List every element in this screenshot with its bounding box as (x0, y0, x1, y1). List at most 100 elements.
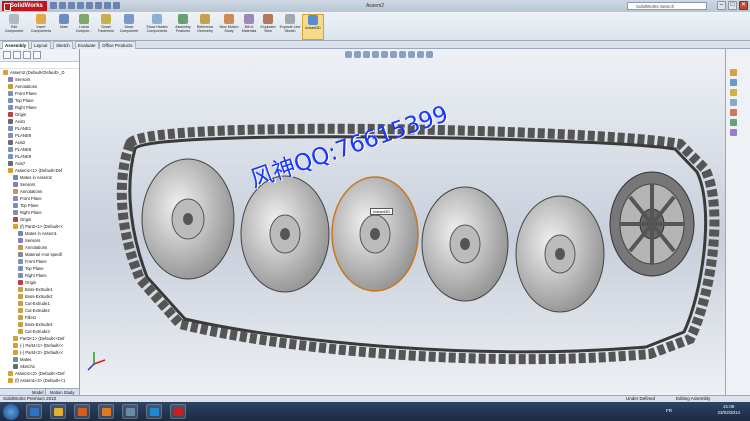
config-tab-icon[interactable] (23, 51, 31, 59)
tree-item[interactable]: Cut-Extrude3 (18, 328, 80, 335)
ribbon-button-linear-compon[interactable]: Linear Compon... (73, 14, 95, 40)
tree-item[interactable]: Axis1 (8, 118, 80, 125)
start-button[interactable] (3, 404, 19, 420)
tab-sketch[interactable]: Sketch (53, 41, 73, 49)
tree-item[interactable]: Assem1<2> (Default<<Def (8, 370, 80, 377)
tab-assembly[interactable]: Assembly (2, 41, 30, 49)
drive-sprocket[interactable] (609, 171, 695, 277)
tree-item[interactable]: Part3<1> (Default<<Def (13, 335, 80, 342)
ribbon-button-exploded-view[interactable]: Exploded View (257, 14, 279, 40)
tree-item[interactable]: Assem1<1> (Default<Def (8, 167, 80, 174)
tree-item[interactable]: Sensors (18, 237, 80, 244)
ribbon-button-move-component[interactable]: Move Component (118, 14, 140, 40)
tree-item[interactable]: Origin (18, 279, 80, 286)
ribbon-button-insert-components[interactable]: Insert Components (30, 14, 52, 40)
tree-item[interactable]: Front Plane (18, 258, 80, 265)
tree-item[interactable]: (-) Part4<1> (Default<< (13, 342, 80, 349)
tree-item[interactable]: Right Plane (13, 209, 80, 216)
road-wheel-3-selected[interactable] (331, 176, 419, 292)
tree-item[interactable]: Boss-Extrude3 (18, 321, 80, 328)
tree-item[interactable]: Annotations (13, 188, 80, 195)
taskbar-app-3[interactable] (74, 404, 90, 419)
tree-item[interactable]: Material <not specifi (18, 251, 80, 258)
ribbon-button-explode-line-sketch[interactable]: Explode Line Sketch (279, 14, 301, 40)
tree-item[interactable]: Cut-Extrude2 (18, 307, 80, 314)
tree-item[interactable]: Mates (13, 356, 80, 363)
design-library-icon[interactable] (730, 79, 737, 86)
ribbon-button-assembly-features[interactable]: Assembly Features (172, 14, 194, 40)
minimize-button[interactable]: – (717, 1, 726, 10)
road-wheel-4[interactable] (421, 186, 509, 302)
property-tab-icon[interactable] (13, 51, 21, 59)
tree-item[interactable]: PLANE9 (8, 153, 80, 160)
language-indicator[interactable]: FR (666, 408, 672, 413)
search-input[interactable]: SolidWorks Search (627, 2, 707, 10)
tree-item[interactable]: Annotations (18, 244, 80, 251)
taskbar-app-7[interactable] (170, 404, 186, 419)
display-style-icon[interactable] (390, 51, 397, 58)
ribbon-button-edit-component[interactable]: Edit Component (3, 14, 25, 40)
view-palette-icon[interactable] (730, 109, 737, 116)
road-wheel-5[interactable] (515, 195, 605, 313)
tree-item[interactable]: Top Plane (8, 97, 80, 104)
appearances-icon[interactable] (730, 119, 737, 126)
tree-item[interactable]: Mates in Assem2 (13, 174, 80, 181)
ribbon-button-show-hidden-components[interactable]: Show Hidden Components (146, 14, 168, 40)
tree-item[interactable]: Fillet1 (18, 314, 80, 321)
apply-scene-icon[interactable] (417, 51, 424, 58)
zoom-fit-icon[interactable] (345, 51, 352, 58)
tab-evaluate[interactable]: Evaluate (75, 41, 99, 49)
tree-item[interactable]: Origin (13, 216, 80, 223)
custom-properties-icon[interactable] (730, 129, 737, 136)
tree-item[interactable]: Front Plane (13, 195, 80, 202)
tree-item[interactable]: (-) Part4<2> (Default<< (13, 349, 80, 356)
taskbar-app-5[interactable] (122, 404, 138, 419)
close-button[interactable]: ✕ (739, 1, 748, 10)
zoom-area-icon[interactable] (354, 51, 361, 58)
graphics-viewport[interactable]: Instant3D 风神QQ:76615399 (80, 49, 725, 395)
ribbon-button-new-motion-study[interactable]: New Motion Study (218, 14, 240, 40)
taskbar-app-6[interactable] (146, 404, 162, 419)
tree-item[interactable]: Sensors (13, 181, 80, 188)
tree-item[interactable]: Cut-Extrude1 (18, 300, 80, 307)
system-clock[interactable]: 21:09 23/02/2014 (717, 404, 740, 416)
view-orientation-icon[interactable] (381, 51, 388, 58)
tree-item[interactable]: Boss-Extrude2 (18, 293, 80, 300)
tree-item[interactable]: Sensors (8, 76, 80, 83)
tree-item[interactable]: Sketch1 (13, 363, 80, 370)
tree-item[interactable]: Mates in Assem1 (18, 230, 80, 237)
ribbon-button-instant3d[interactable]: Instant3D (302, 14, 324, 40)
ribbon-button-smart-fasteners[interactable]: Smart Fasteners (95, 14, 117, 40)
tree-item[interactable]: Axis2 (8, 139, 80, 146)
road-wheel-2[interactable] (240, 175, 330, 293)
taskbar-app-2[interactable] (50, 404, 66, 419)
tab-office-products[interactable]: Office Products (99, 41, 136, 49)
tree-item[interactable]: Top Plane (18, 265, 80, 272)
tree-item[interactable]: Right Plane (18, 272, 80, 279)
road-wheel-1[interactable] (141, 158, 235, 280)
taskbar-app-1[interactable] (26, 404, 42, 419)
file-explorer-icon[interactable] (730, 89, 737, 96)
previous-view-icon[interactable] (363, 51, 370, 58)
section-view-icon[interactable] (372, 51, 379, 58)
tree-item[interactable]: (f) Part2<1> (Default<< (13, 223, 80, 230)
tree-item[interactable]: PLANE1 (8, 125, 80, 132)
tree-item[interactable]: Boss-Extrude1 (18, 286, 80, 293)
tree-item[interactable]: Right Plane (8, 104, 80, 111)
tree-filter[interactable] (0, 62, 79, 69)
maximize-button[interactable]: □ (728, 1, 737, 10)
tree-item[interactable]: Axis7 (8, 160, 80, 167)
edit-appearance-icon[interactable] (408, 51, 415, 58)
tree-item[interactable]: (f) Assem1<2> (Default<<1 (8, 377, 80, 384)
hide-show-icon[interactable] (399, 51, 406, 58)
ribbon-button-mate[interactable]: Mate (53, 14, 75, 40)
tree-item[interactable]: Top Plane (13, 202, 80, 209)
search-results-icon[interactable] (730, 99, 737, 106)
tree-item[interactable]: Front Plane (8, 90, 80, 97)
tree-item[interactable]: PLANE6 (8, 132, 80, 139)
tree-item[interactable]: Annotations (8, 83, 80, 90)
feature-tree-tab-icon[interactable] (3, 51, 11, 59)
resources-icon[interactable] (730, 69, 737, 76)
tree-item[interactable]: PLANE8 (8, 146, 80, 153)
ribbon-button-reference-geometry[interactable]: Reference Geometry (194, 14, 216, 40)
